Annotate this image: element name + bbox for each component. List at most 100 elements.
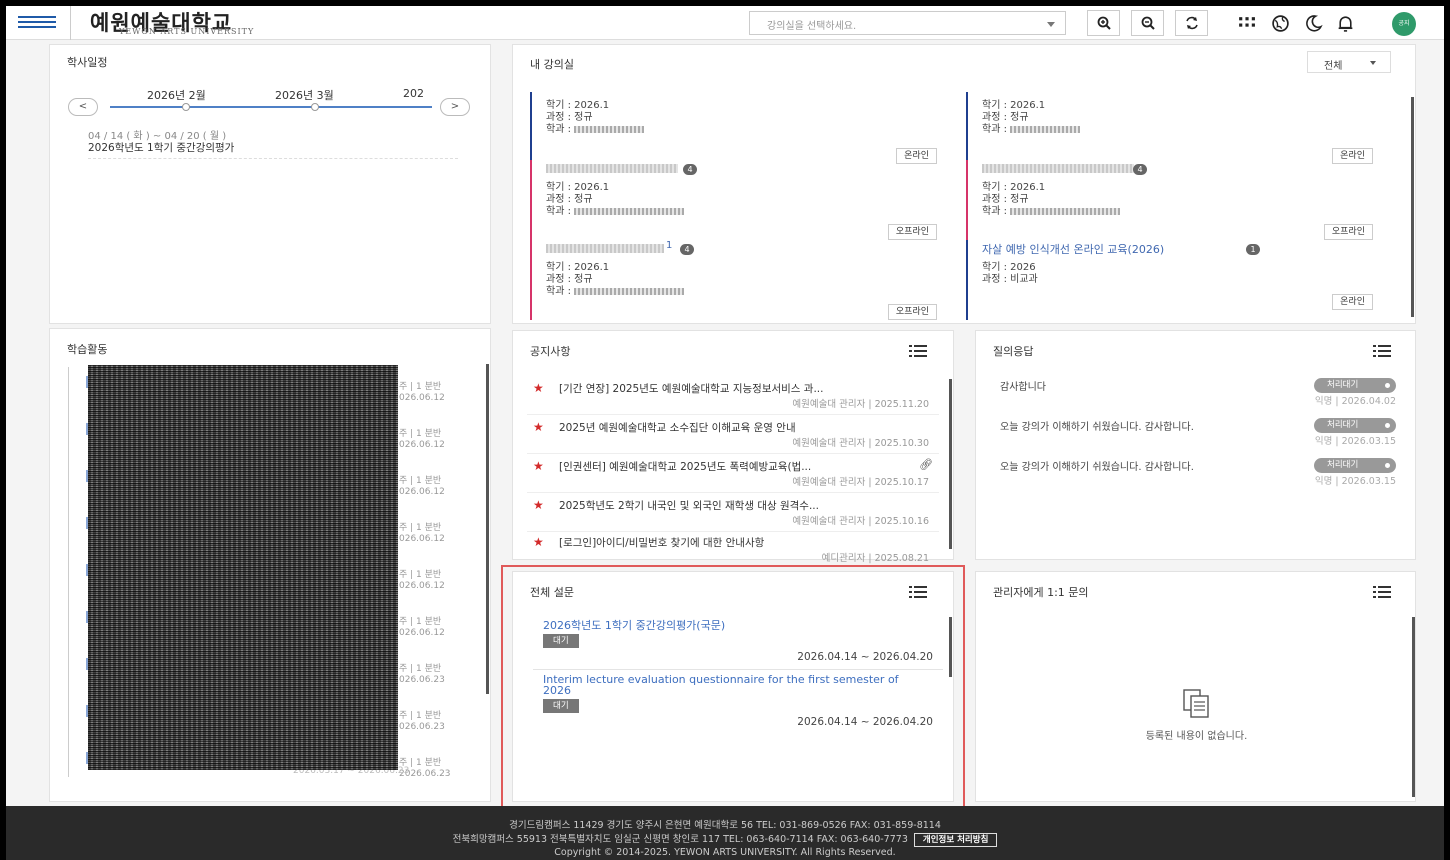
- activity-meta: 주 | 1 분반 026.06.12: [399, 570, 445, 591]
- zoom-out-icon: [1141, 16, 1155, 30]
- online-button[interactable]: 온라인: [1332, 294, 1373, 310]
- notice-item[interactable]: ★ [로그인]아이디/비밀번호 찾기에 대한 안내사항 예디관리자 | 2025.0…: [527, 531, 939, 569]
- divider: [88, 158, 458, 159]
- redacted-activity-image: [88, 365, 398, 770]
- offline-button[interactable]: 오프라인: [1323, 224, 1373, 240]
- course-department: 학과 :: [982, 202, 1121, 217]
- panel-title: 관리자에게 1:1 문의: [993, 586, 1089, 599]
- chevron-down-icon: [1370, 61, 1376, 65]
- notice-title[interactable]: [기간 연장] 2025년도 예원예술대학교 지능정보서비스 과...: [559, 381, 934, 396]
- notice-title[interactable]: 2025년 예원예술대학교 소수집단 이해교육 운영 안내: [559, 420, 934, 435]
- notice-meta: 예원예술대 관리자 | 2025.10.30: [792, 438, 929, 449]
- event-title[interactable]: 2026학년도 1학기 중간강의평가: [88, 140, 234, 155]
- scrollbar[interactable]: [486, 364, 489, 694]
- activity-meta: 주 | 1 분반 026.06.23: [399, 664, 445, 685]
- qna-text[interactable]: 감사합니다: [1000, 378, 1046, 393]
- course-card[interactable]: 학기 : 2026.1 과정 : 정규 학과 : 온라인: [966, 92, 1381, 164]
- scrollbar[interactable]: [1412, 617, 1415, 797]
- notice-item[interactable]: ★ [인권센터] 예원예술대학교 2025년도 폭력예방교육(법... 🔗︎ 예원예술…: [527, 455, 939, 493]
- course-count-badge: 4: [683, 164, 697, 175]
- course-title-redacted[interactable]: [546, 244, 664, 253]
- timeline-dot[interactable]: [311, 103, 319, 111]
- course-program: 과정 : 비교과: [982, 274, 1038, 285]
- user-avatar[interactable]: 공지: [1392, 12, 1416, 36]
- qna-meta: 익명 | 2026.03.15: [1314, 476, 1396, 487]
- classroom-filter-select[interactable]: 전체: [1307, 51, 1391, 73]
- course-card[interactable]: 학기 : 2026.1 과정 : 정규 학과 : 온라인: [530, 92, 945, 164]
- status-badge: 처리대기: [1314, 378, 1396, 393]
- course-count-badge: 4: [680, 244, 694, 255]
- language-button[interactable]: [1269, 13, 1291, 33]
- star-icon: ★: [533, 420, 544, 434]
- globe-icon: [1271, 14, 1289, 32]
- course-title-redacted[interactable]: [546, 164, 678, 173]
- notice-item[interactable]: ★ [기간 연장] 2025년도 예원예술대학교 지능정보서비스 과... 예원예술…: [527, 377, 939, 415]
- zoom-in-button[interactable]: [1087, 10, 1120, 36]
- dark-mode-button[interactable]: [1302, 13, 1324, 33]
- timeline-dot[interactable]: [182, 103, 190, 111]
- course-department: 학과 :: [546, 282, 685, 297]
- apps-grid-button[interactable]: [1235, 13, 1257, 33]
- course-card[interactable]: 1 4 학기 : 2026.1 과정 : 정규 학과 : 오프라인: [530, 240, 945, 320]
- activity-meta: 주 | 1 분반 026.06.12: [399, 617, 445, 638]
- star-icon: ★: [533, 498, 544, 512]
- paperclip-icon: 🔗︎: [919, 458, 933, 471]
- notice-item[interactable]: ★ 2025년 예원예술대학교 소수집단 이해교육 운영 안내예원예술대 관리자 …: [527, 416, 939, 454]
- course-card[interactable]: 4 학기 : 2026.1 과정 : 정규 학과 : 오프라인: [966, 160, 1381, 242]
- document-icon: [1183, 689, 1209, 718]
- scrollbar[interactable]: [949, 379, 952, 549]
- course-title-redacted[interactable]: [982, 164, 1134, 173]
- course-department: 학과 :: [982, 120, 1081, 135]
- panel-title: 질의응답: [993, 345, 1034, 358]
- list-icon[interactable]: [1373, 345, 1391, 357]
- offline-button[interactable]: 오프라인: [887, 304, 937, 320]
- notice-title[interactable]: 2025학년도 2학기 내국인 및 외국인 재학생 대상 원격수...: [559, 498, 934, 513]
- notice-title[interactable]: [로그인]아이디/비밀번호 찾기에 대한 안내사항: [559, 535, 934, 550]
- divider: [70, 6, 71, 40]
- notice-item[interactable]: ★ 2025학년도 2학기 내국인 및 외국인 재학생 대상 원격수... 예원예술…: [527, 494, 939, 532]
- refresh-icon: [1185, 16, 1198, 30]
- offline-button[interactable]: 오프라인: [887, 224, 937, 240]
- avatar-label: 공지: [1398, 20, 1410, 27]
- qna-text[interactable]: 오늘 강의가 이해하기 쉬웠습니다. 감사합니다.: [1000, 458, 1194, 473]
- filter-value: 전체: [1324, 61, 1343, 72]
- admin-inquiry-panel: 관리자에게 1:1 문의 등록된 내용이 없습니다.: [975, 571, 1416, 802]
- grid-icon: [1238, 16, 1255, 27]
- qna-meta: 익명 | 2026.03.15: [1314, 436, 1396, 447]
- course-card[interactable]: 자살 예방 인식개선 온라인 교육(2026) 1 학기 : 2026 과정 :…: [966, 240, 1381, 320]
- notice-title[interactable]: [인권센터] 예원예술대학교 2025년도 폭력예방교육(법...: [559, 459, 919, 474]
- status-badge: 처리대기: [1314, 418, 1396, 433]
- list-icon[interactable]: [1373, 586, 1391, 598]
- refresh-button[interactable]: [1175, 10, 1208, 36]
- notification-button[interactable]: [1334, 13, 1356, 33]
- bell-icon: [1338, 15, 1352, 32]
- course-department: 학과 :: [546, 202, 685, 217]
- qna-item[interactable]: 오늘 강의가 이해하기 쉬웠습니다. 감사합니다. 처리대기익명 | 2026.0…: [996, 456, 1396, 496]
- activity-meta: 주 | 1 분반 026.06.12: [399, 382, 445, 403]
- academic-calendar-panel: 학사일정 2026년 2월 2026년 3월 202 < > 04 / 14 (…: [49, 44, 491, 324]
- moon-icon: [1305, 14, 1323, 32]
- calendar-month: 2026년 3월: [275, 89, 334, 102]
- zoom-out-button[interactable]: [1131, 10, 1164, 36]
- activity-meta: 주 | 1 분반 026.06.12: [399, 476, 445, 497]
- qna-item[interactable]: 오늘 강의가 이해하기 쉬웠습니다. 감사합니다. 처리대기익명 | 2026.0…: [996, 416, 1396, 456]
- panel-title: 내 강의실: [530, 58, 574, 71]
- course-count-badge: 4: [1133, 164, 1147, 175]
- course-title[interactable]: 자살 예방 인식개선 온라인 교육(2026): [982, 241, 1164, 257]
- calendar-next-button[interactable]: >: [440, 98, 470, 116]
- activity-meta: 주 | 1 분반 026.06.23: [399, 711, 445, 732]
- privacy-policy-link[interactable]: 개인정보 처리방침: [913, 833, 998, 847]
- course-card[interactable]: 4 학기 : 2026.1 과정 : 정규 학과 : 오프라인: [530, 160, 945, 242]
- calendar-prev-button[interactable]: <: [68, 98, 98, 116]
- hamburger-menu-icon[interactable]: [18, 13, 56, 33]
- qna-text[interactable]: 오늘 강의가 이해하기 쉬웠습니다. 감사합니다.: [1000, 418, 1194, 433]
- qna-meta: 익명 | 2026.04.02: [1314, 396, 1396, 407]
- top-bar: 예원예술대학교 YEWON ARTS UNIVERSITY 강의실을 선택하세요…: [6, 6, 1444, 40]
- chevron-down-icon: [1047, 22, 1055, 27]
- classroom-select[interactable]: 강의실을 선택하세요.: [749, 11, 1066, 35]
- status-badge: 처리대기: [1314, 458, 1396, 473]
- calendar-month: 2026년 2월: [147, 89, 206, 102]
- scrollbar[interactable]: [1411, 97, 1414, 317]
- qna-item[interactable]: 감사합니다 처리대기익명 | 2026.04.02: [996, 376, 1396, 416]
- list-icon[interactable]: [909, 345, 927, 357]
